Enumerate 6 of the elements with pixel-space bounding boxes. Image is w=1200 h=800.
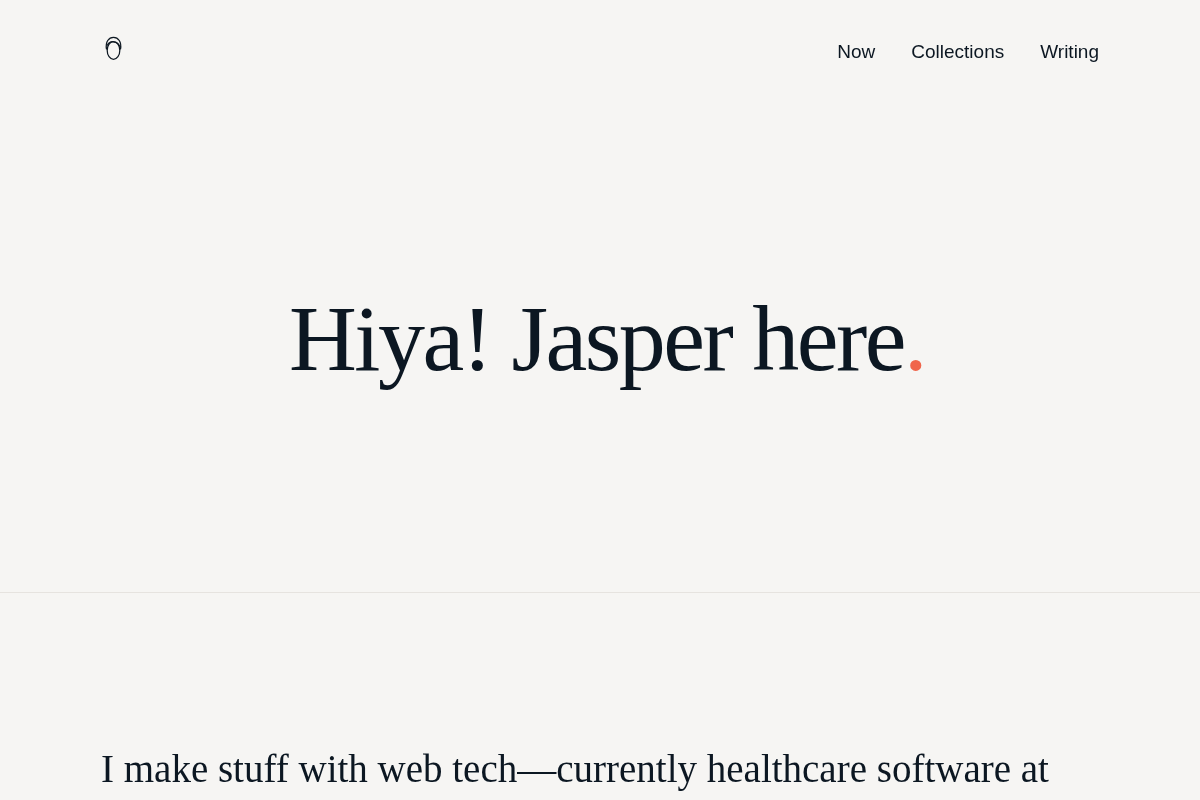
head-logo-icon[interactable] [103,36,124,61]
hero-heading: Hiya! Jasper here. [287,284,927,392]
nav-link[interactable]: Collections [911,40,1005,64]
nav-link[interactable]: Writing [1040,40,1099,64]
intro-paragraph: I make stuff with web tech—currently healthcare software at [101,746,1050,793]
nav-link[interactable]: Now [837,40,876,64]
